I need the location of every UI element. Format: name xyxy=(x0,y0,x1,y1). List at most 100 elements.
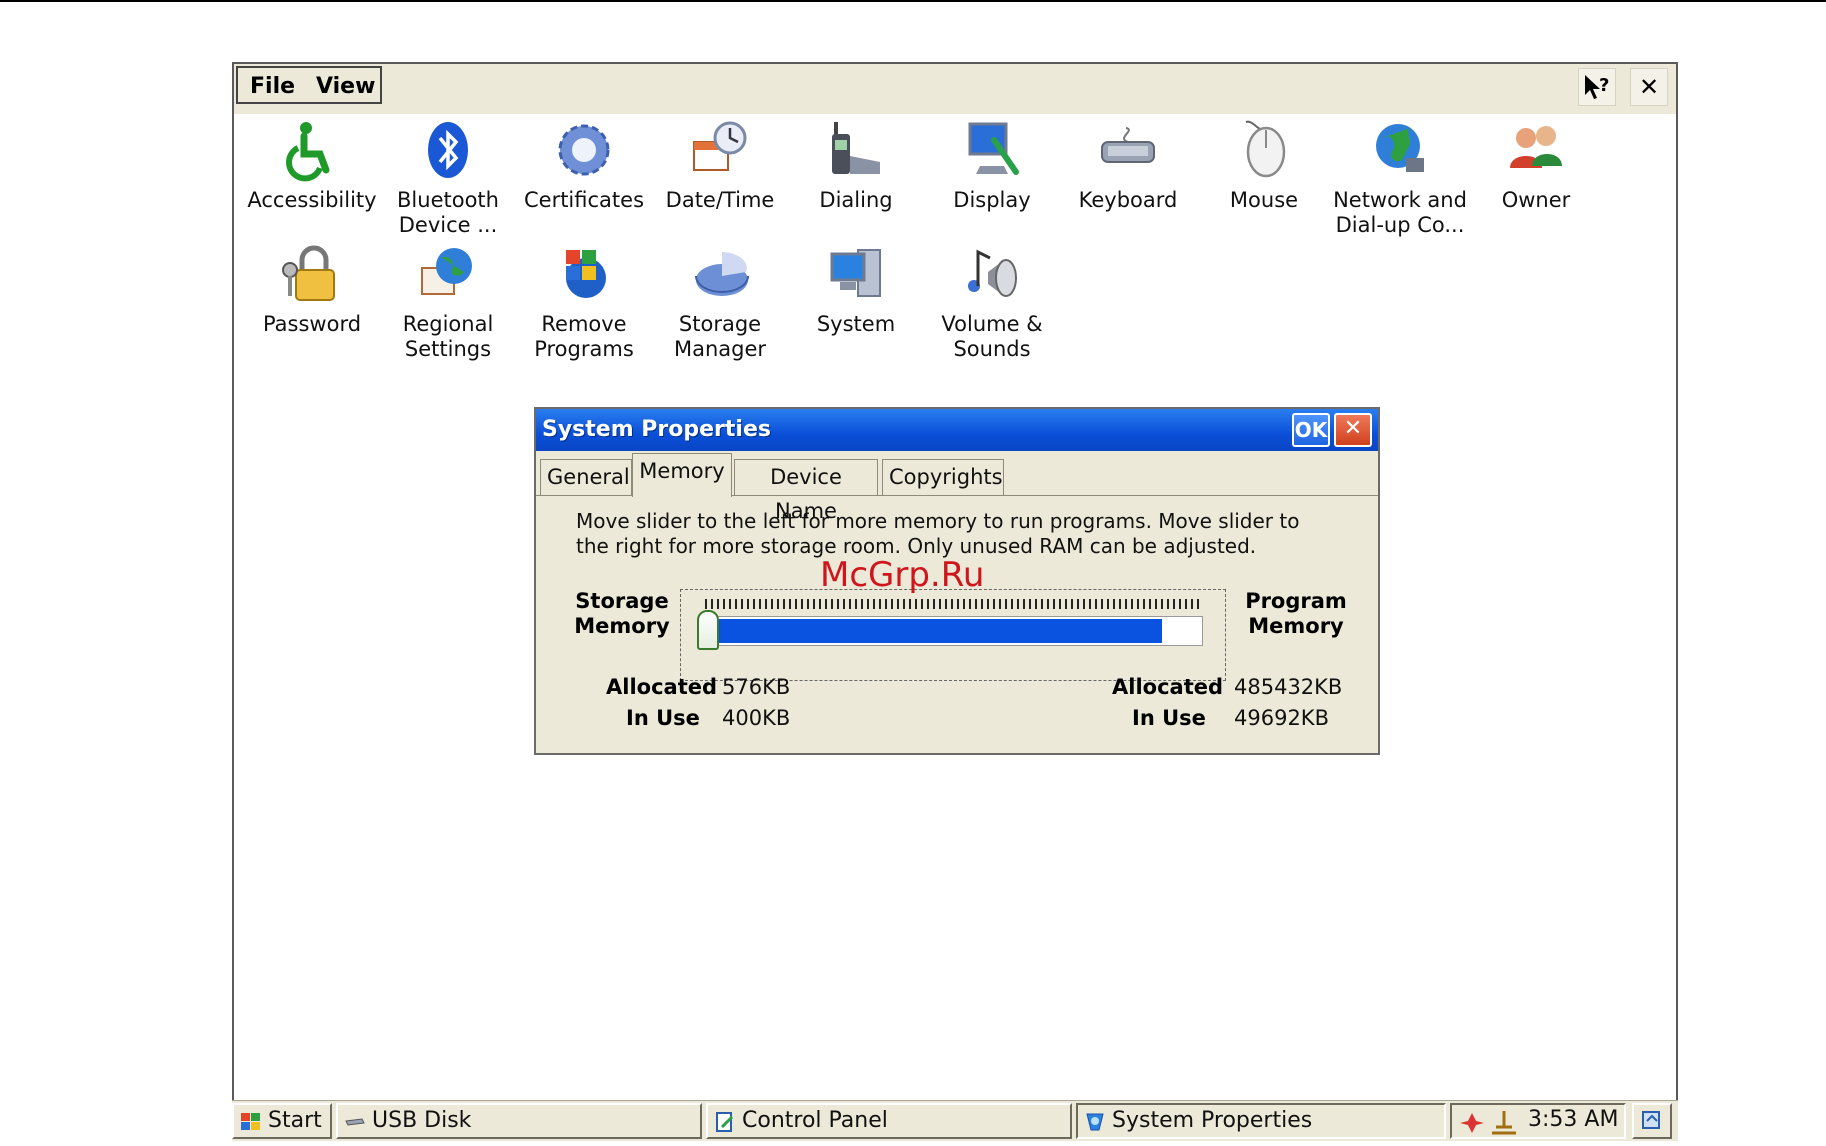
program-allocated-value: 485432KB xyxy=(1234,675,1343,699)
storage-pie-icon xyxy=(695,252,749,296)
storage-inuse-value: 400KB xyxy=(722,706,791,730)
menu-frame: File View xyxy=(236,66,382,104)
icon-system[interactable]: System xyxy=(788,242,924,337)
control-panel-window: File View ? ✕ Accessibility Bluetooth De… xyxy=(232,62,1678,1140)
icon-mouse[interactable]: Mouse xyxy=(1196,118,1332,213)
icon-password[interactable]: Password xyxy=(244,242,380,337)
slider-fill xyxy=(704,619,1163,643)
svg-text:?: ? xyxy=(1599,75,1609,96)
icon-storage-manager[interactable]: Storage Manager xyxy=(652,242,788,362)
icon-label: Mouse xyxy=(1229,188,1299,212)
memory-description: Move slider to the left for more memory … xyxy=(576,509,1300,558)
icon-label: Display xyxy=(953,188,1031,212)
icon-label: Network and Dial-up Co... xyxy=(1333,188,1467,237)
icon-remove-programs[interactable]: Remove Programs xyxy=(516,242,652,362)
program-inuse-label: In Use xyxy=(1132,706,1206,730)
menu-bar: File View ? ✕ xyxy=(234,64,1676,114)
storage-label-line2: Memory xyxy=(574,614,670,638)
owner-people-icon xyxy=(1510,126,1562,168)
network-globe-icon xyxy=(1376,124,1424,172)
program-label-line1: Program xyxy=(1245,589,1347,613)
icon-label: Accessibility xyxy=(247,188,377,212)
icon-dialing[interactable]: Dialing xyxy=(788,118,924,213)
tab-device-name[interactable]: Device Name xyxy=(734,459,878,523)
system-computer-icon xyxy=(830,249,881,297)
regional-globe-icon xyxy=(421,248,472,295)
icon-owner[interactable]: Owner xyxy=(1468,118,1604,213)
help-button[interactable]: ? xyxy=(1578,68,1616,106)
clock[interactable]: 3:53 AM xyxy=(1528,1107,1618,1132)
slider-ticks xyxy=(705,599,1201,609)
certificates-icon xyxy=(558,124,610,176)
mouse-icon xyxy=(1245,120,1286,178)
taskbar-item-label: USB Disk xyxy=(372,1108,472,1133)
icon-regional[interactable]: Regional Settings xyxy=(380,242,516,362)
connection-tray-icon[interactable] xyxy=(1490,1109,1518,1135)
volume-speaker-icon xyxy=(968,249,1017,297)
help-pointer-icon: ? xyxy=(1585,75,1609,99)
watermark: McGrp.Ru xyxy=(820,555,985,595)
start-button[interactable]: Start xyxy=(232,1103,332,1139)
icon-keyboard[interactable]: Keyboard xyxy=(1060,118,1196,213)
dialog-title: System Properties xyxy=(542,417,771,442)
icon-label: System xyxy=(816,312,896,336)
tab-copyrights[interactable]: Copyrights xyxy=(882,459,1004,495)
display-icon xyxy=(968,122,1019,175)
storage-label-line1: Storage xyxy=(575,589,669,613)
windows-flag-icon xyxy=(241,1113,260,1130)
icon-label: Owner xyxy=(1501,188,1571,212)
taskbar-item-label: Control Panel xyxy=(742,1108,888,1133)
system-properties-icon xyxy=(1086,1113,1104,1131)
icon-accessibility[interactable]: Accessibility xyxy=(244,118,380,213)
top-rule xyxy=(0,0,1826,2)
taskbar-item-usb-disk[interactable]: USB Disk xyxy=(336,1103,702,1139)
icon-label: Remove Programs xyxy=(534,312,634,361)
program-allocated-label: Allocated xyxy=(1112,675,1224,699)
icon-bluetooth[interactable]: Bluetooth Device ... xyxy=(380,118,516,238)
dialog-titlebar: System Properties OK ✕ xyxy=(536,409,1378,451)
network-tray-icon[interactable] xyxy=(1458,1111,1486,1135)
program-label-line2: Memory xyxy=(1248,614,1344,638)
bluetooth-icon xyxy=(428,122,468,178)
icon-network[interactable]: Network and Dial-up Co... xyxy=(1332,118,1468,238)
slider-track[interactable] xyxy=(703,616,1203,646)
dialog-ok-button[interactable]: OK xyxy=(1292,413,1330,447)
icon-label: Regional Settings xyxy=(402,312,494,361)
slider-thumb[interactable] xyxy=(697,610,719,650)
calendar-clock-icon xyxy=(693,121,747,171)
icon-datetime[interactable]: Date/Time xyxy=(652,118,788,213)
taskbar-item-system-properties[interactable]: System Properties xyxy=(1076,1103,1446,1139)
password-lock-icon xyxy=(282,245,335,301)
icon-label: Storage Manager xyxy=(673,312,767,361)
program-memory-label: Program Memory xyxy=(1236,589,1356,639)
icon-certificates[interactable]: Certificates xyxy=(516,118,652,213)
usb-disk-icon xyxy=(345,1118,365,1126)
memory-slider[interactable] xyxy=(680,589,1226,681)
icon-volume[interactable]: Volume & Sounds xyxy=(924,242,1060,362)
remove-programs-icon xyxy=(566,250,606,298)
tab-memory[interactable]: Memory xyxy=(632,453,732,497)
accessibility-icon xyxy=(286,122,330,182)
control-panel-icon xyxy=(716,1112,734,1132)
icon-display[interactable]: Display xyxy=(924,118,1060,213)
menu-view[interactable]: View xyxy=(316,74,375,99)
storage-allocated-value: 576KB xyxy=(722,675,791,699)
menu-file[interactable]: File xyxy=(250,74,295,99)
keyboard-icon xyxy=(1101,127,1155,163)
show-desktop-button[interactable] xyxy=(1632,1103,1672,1139)
storage-allocated-label: Allocated xyxy=(606,675,718,699)
desktop-icon xyxy=(1642,1111,1660,1129)
taskbar: Start USB Disk Control Panel System Prop… xyxy=(232,1100,1678,1141)
dialog-close-button[interactable]: ✕ xyxy=(1334,413,1372,447)
icon-label: Volume & Sounds xyxy=(941,312,1043,361)
icon-label: Dialing xyxy=(819,188,893,212)
system-properties-dialog: System Properties OK ✕ General Memory De… xyxy=(534,407,1380,755)
program-inuse-value: 49692KB xyxy=(1234,706,1329,730)
system-tray: 3:53 AM xyxy=(1450,1103,1626,1139)
icon-label: Bluetooth Device ... xyxy=(397,188,499,237)
window-close-button[interactable]: ✕ xyxy=(1630,68,1668,106)
taskbar-item-control-panel[interactable]: Control Panel xyxy=(706,1103,1072,1139)
icon-label: Password xyxy=(262,312,362,336)
tab-general[interactable]: General xyxy=(540,459,632,495)
phone-icon xyxy=(832,122,880,174)
